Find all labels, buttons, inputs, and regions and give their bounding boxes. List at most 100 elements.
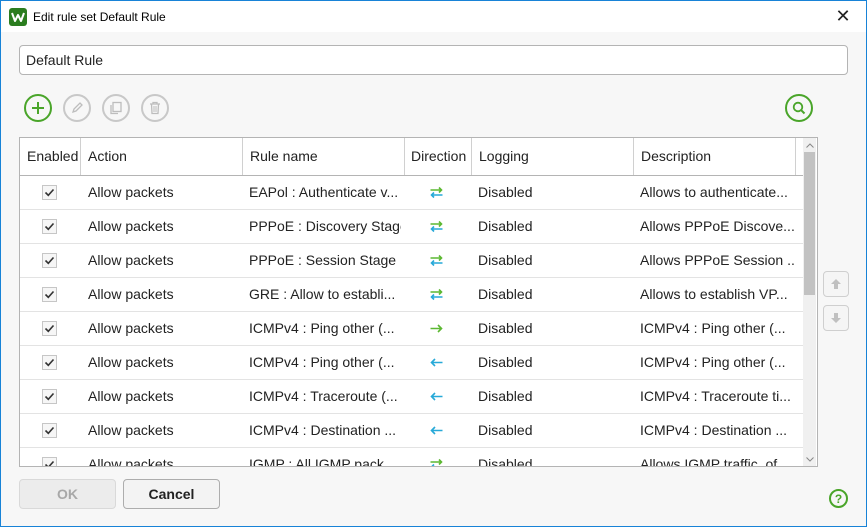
bidirectional-arrows-icon bbox=[429, 253, 444, 268]
edit-rule-button[interactable] bbox=[63, 94, 91, 122]
search-icon bbox=[792, 101, 806, 115]
move-down-button[interactable] bbox=[823, 305, 849, 331]
enabled-checkbox[interactable] bbox=[42, 389, 57, 404]
column-header-rule-name[interactable]: Rule name bbox=[243, 138, 405, 175]
description-cell: ICMPv4 : Traceroute ti... bbox=[640, 388, 791, 404]
rule-name-cell: ICMPv4 : Destination ... bbox=[249, 422, 397, 438]
table-row[interactable]: Allow packets ICMPv4 : Destination ... Dis… bbox=[20, 414, 803, 448]
column-header-enabled[interactable]: Enabled bbox=[20, 138, 81, 175]
incoming-arrow-icon bbox=[429, 389, 444, 404]
enabled-checkbox[interactable] bbox=[42, 185, 57, 200]
incoming-arrow-icon bbox=[429, 423, 444, 438]
enabled-checkbox[interactable] bbox=[42, 287, 57, 302]
help-icon[interactable]: ? bbox=[835, 492, 842, 506]
checkmark-icon bbox=[44, 426, 55, 435]
table-row[interactable]: Allow packets PPPoE : Discovery Stage Disa… bbox=[20, 210, 803, 244]
move-up-button[interactable] bbox=[823, 271, 849, 297]
table-row[interactable]: Allow packets ICMPv4 : Ping other (... Dis… bbox=[20, 312, 803, 346]
table-row[interactable]: Allow packets EAPol : Authenticate v... Di… bbox=[20, 176, 803, 210]
help-button[interactable]: ? bbox=[829, 489, 848, 508]
rule-name-cell: EAPol : Authenticate v... bbox=[249, 184, 399, 200]
logging-cell: Disabled bbox=[478, 252, 533, 268]
table-row[interactable]: Allow packets IGMP : All IGMP pack... Disa… bbox=[20, 448, 803, 467]
app-logo-icon bbox=[9, 7, 27, 26]
column-header-action[interactable]: Action bbox=[81, 138, 243, 175]
logging-cell: Disabled bbox=[478, 456, 533, 467]
close-icon[interactable]: ✕ bbox=[835, 6, 850, 27]
vertical-scrollbar[interactable] bbox=[803, 138, 816, 466]
logging-cell: Disabled bbox=[478, 286, 533, 302]
enabled-checkbox[interactable] bbox=[42, 219, 57, 234]
description-cell: Allows PPPoE Discove... bbox=[640, 218, 794, 234]
rule-name-cell: GRE : Allow to establi... bbox=[249, 286, 396, 302]
close-button[interactable]: ✕ bbox=[820, 1, 866, 32]
action-cell: Allow packets bbox=[88, 184, 174, 200]
plus-icon bbox=[32, 102, 44, 114]
logging-cell: Disabled bbox=[478, 320, 533, 336]
column-header-direction[interactable]: Direction bbox=[405, 138, 472, 175]
title-bar: Edit rule set Default Rule ✕ bbox=[1, 1, 866, 32]
bidirectional-arrows-icon bbox=[429, 219, 444, 234]
enabled-checkbox[interactable] bbox=[42, 253, 57, 268]
description-cell: ICMPv4 : Ping other (... bbox=[640, 320, 786, 336]
rule-name-cell: ICMPv4 : Ping other (... bbox=[249, 354, 395, 370]
logging-cell: Disabled bbox=[478, 388, 533, 404]
action-cell: Allow packets bbox=[88, 218, 174, 234]
table-row[interactable]: Allow packets ICMPv4 : Ping other (... Dis… bbox=[20, 346, 803, 380]
checkmark-icon bbox=[44, 290, 55, 299]
search-button[interactable] bbox=[785, 94, 813, 122]
table-row[interactable]: Allow packets ICMPv4 : Traceroute (... Dis… bbox=[20, 380, 803, 414]
arrow-up-icon bbox=[831, 279, 841, 289]
logging-cell: Disabled bbox=[478, 422, 533, 438]
checkmark-icon bbox=[44, 188, 55, 197]
enabled-checkbox[interactable] bbox=[42, 457, 57, 466]
description-cell: Allows to authenticate... bbox=[640, 184, 788, 200]
action-cell: Allow packets bbox=[88, 388, 174, 404]
arrow-down-icon bbox=[831, 313, 841, 323]
cancel-button[interactable]: Cancel bbox=[123, 479, 220, 509]
scroll-up-icon[interactable] bbox=[803, 138, 816, 152]
description-cell: ICMPv4 : Ping other (... bbox=[640, 354, 786, 370]
column-header-description[interactable]: Description bbox=[634, 138, 796, 175]
enabled-checkbox[interactable] bbox=[42, 355, 57, 370]
rule-name-cell: ICMPv4 : Ping other (... bbox=[249, 320, 395, 336]
checkmark-icon bbox=[44, 324, 55, 333]
checkmark-icon bbox=[44, 392, 55, 401]
bidirectional-arrows-icon bbox=[429, 287, 444, 302]
rule-set-name-input[interactable] bbox=[19, 45, 848, 75]
action-cell: Allow packets bbox=[88, 320, 174, 336]
table-row[interactable]: Allow packets GRE : Allow to establi... Di… bbox=[20, 278, 803, 312]
logging-cell: Disabled bbox=[478, 218, 533, 234]
action-cell: Allow packets bbox=[88, 456, 174, 467]
action-cell: Allow packets bbox=[88, 252, 174, 268]
scroll-down-icon[interactable] bbox=[803, 452, 816, 466]
incoming-arrow-icon bbox=[429, 355, 444, 370]
checkmark-icon bbox=[44, 460, 55, 466]
ok-button[interactable]: OK bbox=[19, 479, 116, 509]
trash-icon bbox=[150, 101, 160, 115]
scrollbar-thumb[interactable] bbox=[804, 152, 815, 295]
column-header-logging[interactable]: Logging bbox=[472, 138, 634, 175]
table-row[interactable]: Allow packets PPPoE : Session Stage Disabl… bbox=[20, 244, 803, 278]
bidirectional-arrows-icon bbox=[429, 185, 444, 200]
action-cell: Allow packets bbox=[88, 422, 174, 438]
rule-name-cell: PPPoE : Session Stage bbox=[249, 252, 397, 268]
checkmark-icon bbox=[44, 358, 55, 367]
add-rule-button[interactable] bbox=[24, 94, 52, 122]
enabled-checkbox[interactable] bbox=[42, 423, 57, 438]
table-header: Enabled Action Rule name Direction Loggi… bbox=[20, 138, 803, 176]
window-title: Edit rule set Default Rule bbox=[33, 9, 166, 24]
copy-icon bbox=[110, 101, 122, 115]
description-cell: Allows IGMP traffic, of... bbox=[640, 456, 789, 467]
description-cell: Allows to establish VP... bbox=[640, 286, 788, 302]
enabled-checkbox[interactable] bbox=[42, 321, 57, 336]
logging-cell: Disabled bbox=[478, 184, 533, 200]
rule-name-cell: PPPoE : Discovery Stage bbox=[249, 218, 401, 234]
description-cell: ICMPv4 : Destination ... bbox=[640, 422, 788, 438]
outgoing-arrow-icon bbox=[429, 321, 444, 336]
pencil-icon bbox=[71, 102, 83, 114]
delete-rule-button[interactable] bbox=[141, 94, 169, 122]
action-cell: Allow packets bbox=[88, 286, 174, 302]
description-cell: Allows PPPoE Session ... bbox=[640, 252, 794, 268]
copy-rule-button[interactable] bbox=[102, 94, 130, 122]
